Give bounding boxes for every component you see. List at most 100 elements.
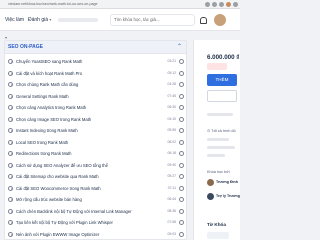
address-bar[interactable]: vieclam.net/khoa-hoc/seo/rank-math-toi-u… xyxy=(8,1,132,7)
author-name: Trương Đình xyxy=(216,180,238,184)
play-icon xyxy=(8,185,13,191)
clock-icon xyxy=(179,162,184,168)
lesson-row[interactable]: Tạo liên kết nội bộ Tự Động với Plugin L… xyxy=(8,217,186,228)
lesson-title: Redirections trong Rank Math xyxy=(16,151,72,156)
secondary-button[interactable] xyxy=(207,90,237,102)
lesson-duration: 06:18 xyxy=(167,151,177,155)
bell-icon[interactable] xyxy=(200,17,207,24)
lesson-row[interactable]: Instant Indexing trong Rank Math 05:55 xyxy=(8,125,186,136)
clock-icon xyxy=(179,174,184,179)
lesson-duration: 07:11 xyxy=(167,185,176,190)
play-icon xyxy=(8,151,13,156)
lesson-row[interactable]: General Settings Rank Math 07:45 xyxy=(8,91,186,102)
lesson-duration: 05:55 xyxy=(167,128,177,132)
play-icon xyxy=(8,197,13,202)
lesson-row[interactable]: Cài đặt và kích hoạt Rank Math Pro 05:12 xyxy=(8,68,186,79)
clock-icon xyxy=(179,185,184,191)
lesson-duration: 05:03 xyxy=(167,231,177,236)
clock-icon xyxy=(179,151,184,156)
level-text: ⊙ Tất cả trình độ xyxy=(207,129,236,133)
lesson-row[interactable]: Cách chèn Backlink nội bộ Tự Động với In… xyxy=(8,206,186,217)
buy-button[interactable]: THÊM xyxy=(207,74,237,86)
browser-bar: vieclam.net/khoa-hoc/seo/rank-math-toi-u… xyxy=(0,0,240,9)
section-header[interactable]: SEO ON-PAGE ⌃ xyxy=(5,41,186,54)
chevron-up-icon[interactable]: ⌃ xyxy=(177,41,182,54)
avatar xyxy=(207,179,214,186)
play-icon xyxy=(8,116,13,122)
play-icon xyxy=(8,231,13,237)
clock-icon xyxy=(179,105,184,110)
avatar[interactable] xyxy=(214,14,226,26)
profile-icon[interactable] xyxy=(226,2,231,7)
keyword-chip[interactable] xyxy=(207,232,229,239)
download-icon[interactable] xyxy=(219,2,224,7)
play-icon xyxy=(8,59,13,64)
lesson-title: Cài đặt SEO Woocommerce trong Rank Math xyxy=(16,185,101,191)
clock-icon xyxy=(179,82,184,87)
clock-icon xyxy=(179,231,184,237)
nav-jobs-label: Việc làm xyxy=(5,17,25,23)
search-input[interactable]: Tìm khóa học, tác giả... xyxy=(110,14,195,26)
discount-badge xyxy=(207,63,227,70)
lesson-title: Cách sử dụng SEO Analyzer để ưu SEO tổng… xyxy=(16,162,108,168)
lesson-duration: 06:30 xyxy=(167,105,177,109)
lesson-duration: 04:28 xyxy=(167,82,177,86)
lesson-row[interactable]: Redirections trong Rank Math 06:18 xyxy=(8,148,186,159)
nav-reviews-label: Đánh giá xyxy=(28,17,49,23)
section-title: SEO ON-PAGE xyxy=(8,44,43,50)
play-icon xyxy=(8,208,13,214)
clock-icon xyxy=(179,70,184,76)
clock-icon xyxy=(179,128,184,133)
lesson-duration: 07:45 xyxy=(167,93,177,98)
purchase-sidebar: 6.000.000 ₫ THÊM ⊙ Tất cả trình độ Khóa … xyxy=(193,40,240,240)
play-icon xyxy=(8,93,13,99)
lesson-duration: 04:10 xyxy=(167,116,177,121)
clock-icon xyxy=(179,139,184,145)
lesson-row[interactable]: Cài đặt SEO Woocommerce trong Rank Math 0… xyxy=(8,183,186,194)
play-icon xyxy=(8,162,13,168)
play-icon xyxy=(8,82,13,87)
author-name: Trợ lý Trương xyxy=(216,194,240,198)
placeholder-line xyxy=(207,138,229,141)
play-icon xyxy=(8,174,13,179)
lesson-title: Mở rộng cấu trúc website bán hàng xyxy=(16,197,82,202)
lesson-row[interactable]: Chọn chúng Rank Math cần dùng 04:28 xyxy=(8,79,186,90)
play-icon xyxy=(8,105,13,110)
play-icon xyxy=(8,128,13,133)
lesson-row[interactable]: Cách sử dụng SEO Analyzer để ưu SEO tổng… xyxy=(8,160,186,171)
lesson-title: Chọn chúng Rank Math cần dùng xyxy=(16,82,79,87)
course-price: 6.000.000 ₫ xyxy=(207,54,240,61)
lesson-row[interactable]: Chọn cảng Image SEO trong Rank Math 04:10 xyxy=(8,114,186,125)
clock-icon xyxy=(179,116,184,122)
extension-icon[interactable] xyxy=(212,2,217,7)
lesson-row[interactable]: Nén ảnh với Plugin EWWW Image Optimizer 0… xyxy=(8,229,186,240)
lesson-duration: 06:44 xyxy=(167,197,177,201)
author-item[interactable]: Trợ lý Trương xyxy=(207,192,241,201)
chevron-down-icon: ▾ xyxy=(49,17,52,22)
lesson-title: Instant Indexing trong Rank Math xyxy=(16,128,78,133)
lesson-duration: 05:12 xyxy=(167,70,177,75)
lesson-row[interactable]: Chuyển YoastSEO sang Rank Math 03:21 xyxy=(8,56,186,67)
lesson-title: Tạo liên kết nội bộ Tự Động với Plugin L… xyxy=(16,220,113,225)
lesson-duration: 09:40 xyxy=(167,162,177,167)
bookmark-icon[interactable] xyxy=(205,2,210,7)
level-label: Tất cả trình độ xyxy=(211,129,236,133)
nav-placeholder xyxy=(58,18,98,22)
nav-jobs[interactable]: Việc làm ▾ xyxy=(5,11,27,40)
lesson-row[interactable]: Mở rộng cấu trúc website bán hàng 06:44 xyxy=(8,194,186,205)
lesson-row[interactable]: Chọn cảng Analytics trong Rank Math 06:30 xyxy=(8,102,186,113)
lesson-row[interactable]: Local SEO trong Rank Math 08:02 xyxy=(8,137,186,148)
lesson-title: Nén ảnh với Plugin EWWW Image Optimizer xyxy=(16,231,100,237)
clock-icon xyxy=(179,59,184,64)
nav-reviews[interactable]: Đánh giá ▾ xyxy=(28,11,52,29)
play-icon xyxy=(8,220,13,225)
play-icon xyxy=(8,139,13,145)
lesson-title: Local SEO trong Rank Math xyxy=(16,139,69,145)
play-icon xyxy=(8,70,13,76)
clock-icon xyxy=(179,208,184,214)
menu-icon[interactable] xyxy=(233,2,238,7)
lesson-duration: 03:21 xyxy=(167,59,177,63)
lesson-row[interactable]: Cài đặt Sitemap cho website qua Rank Mat… xyxy=(8,171,186,182)
clock-icon xyxy=(179,220,184,225)
author-item[interactable]: Trương Đình xyxy=(207,178,241,187)
